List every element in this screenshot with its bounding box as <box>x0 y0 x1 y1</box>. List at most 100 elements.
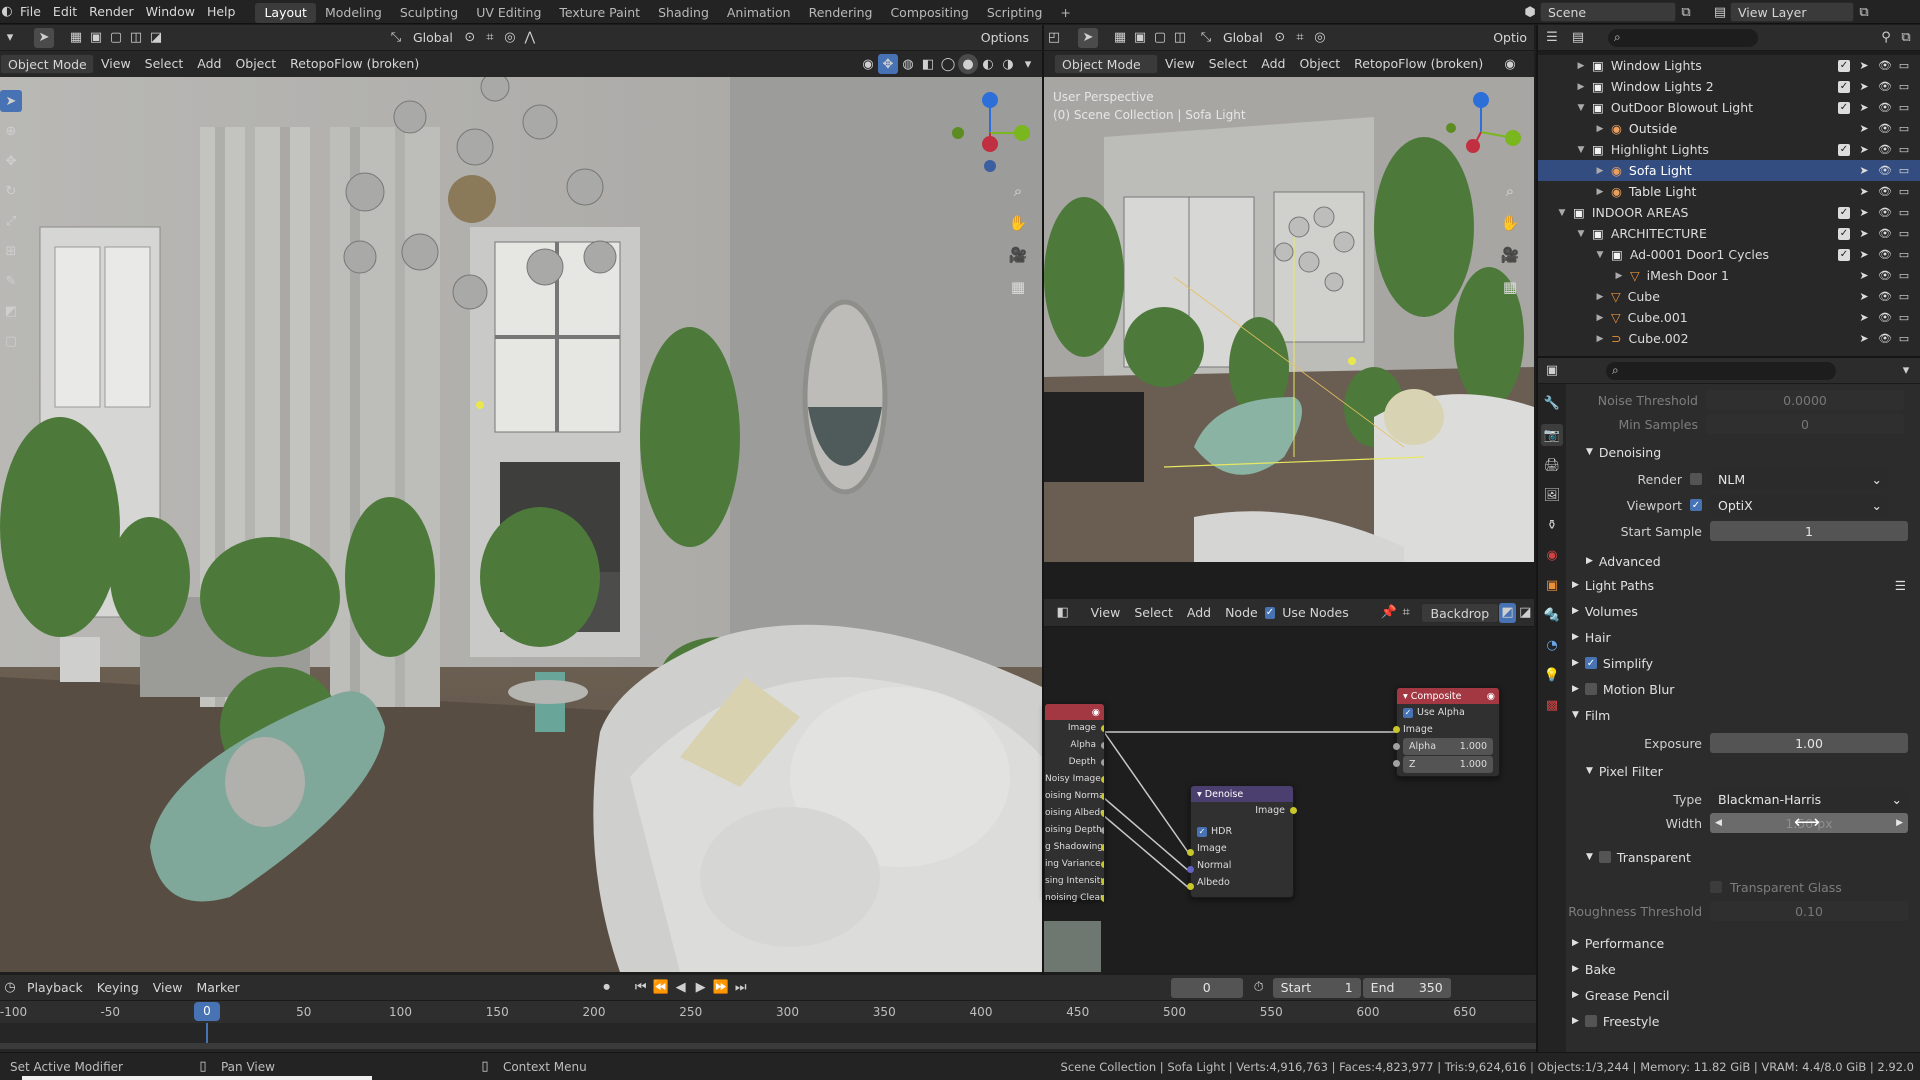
select-invert-icon[interactable]: ◫ <box>126 28 146 48</box>
composite-z-field[interactable]: Z 1.000 <box>1403 756 1493 773</box>
render-camera-icon[interactable]: ▭ <box>1898 185 1910 198</box>
outliner-item[interactable]: ▼ ▣ Ad-0001 Door1 Cycles ✓ ➤ 👁 ▭ <box>1538 244 1920 265</box>
eye-icon[interactable]: 👁 <box>1878 122 1892 135</box>
motion-blur-panel-header[interactable]: ▶ Motion Blur <box>1566 677 1912 701</box>
composite-alpha-socket[interactable] <box>1393 743 1400 750</box>
outliner-item[interactable]: ▼ ▣ ARCHITECTURE ✓ ➤ 👁 ▭ <box>1538 223 1920 244</box>
eye-icon[interactable]: 👁 <box>1878 164 1892 177</box>
shading-options-icon[interactable]: ▾ <box>1018 54 1038 74</box>
output-socket[interactable] <box>1101 861 1104 868</box>
select-extend-icon[interactable]: ▣ <box>1130 28 1150 48</box>
outliner-item[interactable]: ▼ ▣ OutDoor Blowout Light ✓ ➤ 👁 ▭ <box>1538 97 1920 118</box>
tab-modeling[interactable]: Modeling <box>316 3 391 23</box>
tab-layout[interactable]: Layout <box>255 2 316 23</box>
denoise-node[interactable]: ▾ Denoise Image ✓ HDR Image Normal Albedo <box>1187 785 1297 898</box>
select-arrow-icon[interactable]: ➤ <box>1858 290 1870 303</box>
tab-texture-paint[interactable]: Texture Paint <box>550 3 649 23</box>
render-camera-icon[interactable]: ▭ <box>1898 248 1910 261</box>
outliner-editor-icon[interactable]: ☰ <box>1542 28 1562 48</box>
eye-icon[interactable]: 👁 <box>1878 269 1892 282</box>
snap-icon[interactable]: ⌗ <box>1290 28 1310 48</box>
playback-menu[interactable]: Playback <box>20 978 90 998</box>
output-socket[interactable] <box>1101 725 1104 732</box>
current-frame-field[interactable]: 0 <box>1170 977 1243 998</box>
eye-icon[interactable]: 👁 <box>1878 80 1892 93</box>
editor-type-icon[interactable]: ◧ <box>1054 603 1072 623</box>
scene-tab-icon[interactable]: ⚱ <box>1541 514 1563 536</box>
chevron-right-icon[interactable]: ▶ <box>1575 61 1587 71</box>
select-arrow-icon[interactable]: ➤ <box>1858 185 1870 198</box>
output-socket[interactable] <box>1101 827 1104 834</box>
outliner-item[interactable]: ▶ ◉ Sofa Light ➤ 👁 ▭ <box>1538 160 1920 181</box>
annotate-tool-icon[interactable]: ✎ <box>0 270 22 292</box>
pan-hand-icon[interactable]: ✋ <box>1496 209 1524 237</box>
modifier-tab-icon[interactable]: 🔩 <box>1541 604 1563 626</box>
tab-uv-editing[interactable]: UV Editing <box>467 3 550 23</box>
outliner-item[interactable]: ▼ ▣ Highlight Lights ✓ ➤ 👁 ▭ <box>1538 139 1920 160</box>
zoom-icon[interactable]: ⌕ <box>1004 177 1032 205</box>
view-menu[interactable]: View <box>1158 54 1202 74</box>
retopoflow-menu[interactable]: RetopoFlow (broken) <box>1347 54 1490 74</box>
eye-icon[interactable]: 👁 <box>1878 101 1892 114</box>
pixel-filter-width-field[interactable]: ◀ 1.50 px ▶ ⟷ <box>1710 812 1908 833</box>
select-tool-icon[interactable]: ➤ <box>0 90 22 112</box>
chevron-right-icon[interactable]: ▶ <box>1594 292 1606 302</box>
texture-tab-icon[interactable]: ▩ <box>1541 694 1563 716</box>
freestyle-checkbox[interactable] <box>1584 1015 1597 1027</box>
composite-z-socket[interactable] <box>1393 760 1400 767</box>
exclude-checkbox[interactable]: ✓ <box>1838 143 1850 156</box>
output-socket[interactable] <box>1101 759 1104 766</box>
eye-icon[interactable]: 👁 <box>1878 143 1892 156</box>
render-camera-icon[interactable]: ▭ <box>1898 143 1910 156</box>
freestyle-panel-header[interactable]: ▶ Freestyle <box>1566 1009 1912 1033</box>
transform-tool-icon[interactable]: ⊞ <box>0 240 22 262</box>
menu-render[interactable]: Render <box>83 0 140 24</box>
measure-tool-icon[interactable]: ◩ <box>0 300 22 322</box>
editor-type-icon[interactable]: ▾ <box>0 28 20 48</box>
proportional-icon[interactable]: ◎ <box>1310 28 1330 48</box>
keying-menu[interactable]: Keying <box>90 978 146 998</box>
rotate-tool-icon[interactable]: ↻ <box>0 180 22 202</box>
playhead[interactable]: 0 <box>194 1002 220 1021</box>
chevron-right-icon[interactable]: ▶ <box>1594 124 1606 134</box>
select-arrow-icon[interactable]: ➤ <box>1858 80 1870 93</box>
object-tab-icon[interactable]: ▣ <box>1541 574 1563 596</box>
denoise-render-checkbox[interactable] <box>1690 473 1702 485</box>
select-invert-icon[interactable]: ◫ <box>1170 28 1190 48</box>
select-intersect-icon[interactable]: ◪ <box>146 28 166 48</box>
increment-arrow-icon[interactable]: ▶ <box>1896 818 1903 828</box>
simplify-checkbox[interactable]: ✓ <box>1584 657 1597 669</box>
denoise-image-socket[interactable] <box>1187 849 1194 856</box>
falloff-icon[interactable]: ⋀ <box>520 28 540 48</box>
eye-icon[interactable]: 👁 <box>1878 290 1892 303</box>
transparent-checkbox[interactable] <box>1598 851 1611 863</box>
compositor-view-menu[interactable]: View <box>1084 603 1128 623</box>
solid-shading-icon[interactable]: ● <box>958 54 978 74</box>
render-camera-icon[interactable]: ▭ <box>1898 332 1910 345</box>
outliner-item[interactable]: ▶ ⊃ Cube.002 ➤ 👁 ▭ <box>1538 328 1920 349</box>
scene-selector[interactable]: Scene <box>1540 2 1676 22</box>
outliner-item[interactable]: ▶ ◉ Outside ➤ 👁 ▭ <box>1538 118 1920 139</box>
select-box-icon[interactable]: ▦ <box>66 28 86 48</box>
output-socket[interactable] <box>1101 776 1104 783</box>
film-panel-header[interactable]: ▼ Film <box>1566 703 1912 727</box>
outliner-item[interactable]: ▶ ▽ iMesh Door 1 ➤ 👁 ▭ <box>1538 265 1920 286</box>
hdr-checkbox[interactable]: ✓ <box>1197 826 1207 837</box>
use-nodes-checkbox[interactable]: ✓ <box>1264 606 1276 619</box>
options-dropdown[interactable]: Options <box>974 28 1036 48</box>
output-socket[interactable] <box>1101 742 1104 749</box>
presets-list-icon[interactable]: ☰ <box>1895 578 1906 593</box>
select-arrow-icon[interactable]: ➤ <box>1858 311 1870 324</box>
tool-tab-icon[interactable]: 🔧 <box>1541 392 1563 414</box>
tab-scripting[interactable]: Scripting <box>978 3 1052 23</box>
camera-icon[interactable]: 🎥 <box>1496 241 1524 269</box>
output-tab-icon[interactable]: 🖨 <box>1541 454 1563 476</box>
output-socket[interactable] <box>1101 895 1104 902</box>
play-icon[interactable]: ▶ <box>691 978 711 998</box>
select-arrow-icon[interactable]: ➤ <box>1858 227 1870 240</box>
properties-search-input[interactable]: ⌕ <box>1606 361 1836 380</box>
gizmo-toggle-icon[interactable]: ✥ <box>878 54 898 74</box>
exclude-checkbox[interactable]: ✓ <box>1838 101 1850 114</box>
compositor-select-menu[interactable]: Select <box>1127 603 1180 623</box>
xray-icon[interactable]: ◧ <box>918 54 938 74</box>
